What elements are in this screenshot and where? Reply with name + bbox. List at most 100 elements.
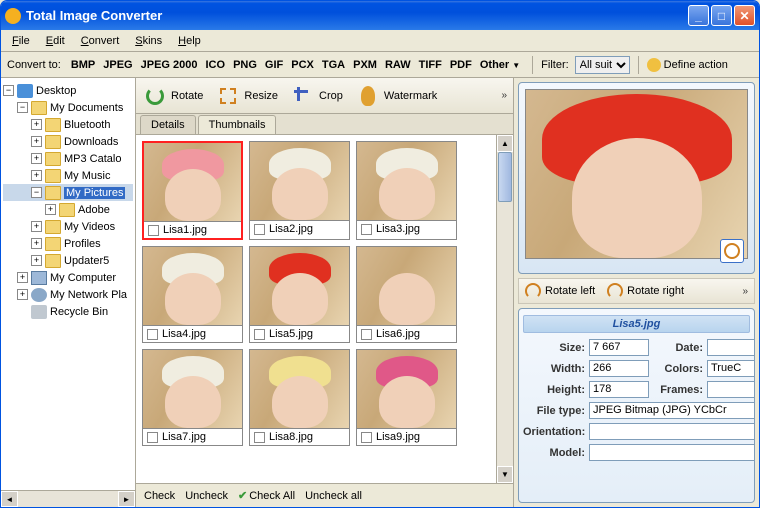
tree-item-mp3-catalo[interactable]: +MP3 Catalo — [3, 150, 133, 167]
format-pdf[interactable]: PDF — [446, 57, 476, 73]
thumb-checkbox[interactable] — [254, 224, 265, 235]
format-bmp[interactable]: BMP — [67, 57, 99, 73]
thumb-checkbox[interactable] — [254, 432, 265, 443]
expand-icon[interactable]: + — [31, 170, 42, 181]
scroll-right-icon[interactable]: ► — [118, 491, 135, 507]
thumb-checkbox[interactable] — [361, 224, 372, 235]
folder-tree[interactable]: −Desktop −My Documents +Bluetooth+Downlo… — [1, 78, 135, 324]
thumbnail[interactable]: Lisa4.jpg — [142, 246, 243, 343]
expand-icon[interactable]: + — [45, 204, 56, 215]
overflow-chevron-icon[interactable]: » — [501, 90, 507, 101]
view-tabs: Details Thumbnails — [136, 114, 513, 135]
checkmark-icon: ✔ — [238, 490, 247, 502]
tree-item-my-music[interactable]: +My Music — [3, 167, 133, 184]
folder-icon — [59, 203, 75, 217]
expand-icon[interactable]: + — [17, 272, 28, 283]
thumb-checkbox[interactable] — [254, 329, 265, 340]
overflow-chevron-icon[interactable]: » — [742, 286, 748, 297]
format-other[interactable]: Other ▼ — [476, 57, 524, 73]
expand-icon[interactable]: + — [31, 153, 42, 164]
thumb-checkbox[interactable] — [361, 329, 372, 340]
tab-details[interactable]: Details — [140, 115, 196, 134]
menu-convert[interactable]: Convert — [74, 33, 127, 49]
tree-my-computer[interactable]: +My Computer — [3, 269, 133, 286]
expand-icon[interactable]: + — [31, 136, 42, 147]
thumbnail[interactable]: Lisa6.jpg — [356, 246, 457, 343]
tree-item-bluetooth[interactable]: +Bluetooth — [3, 116, 133, 133]
thumbnail[interactable]: Lisa5.jpg — [249, 246, 350, 343]
close-button[interactable]: ✕ — [734, 5, 755, 26]
expand-icon[interactable]: + — [31, 221, 42, 232]
expand-icon[interactable]: + — [17, 289, 28, 300]
menu-help[interactable]: Help — [171, 33, 208, 49]
thumbnail[interactable]: Lisa1.jpg — [142, 141, 243, 240]
format-tiff[interactable]: TIFF — [415, 57, 446, 73]
titlebar[interactable]: Total Image Converter _ □ ✕ — [1, 1, 759, 30]
tree-hscrollbar[interactable]: ◄► — [1, 490, 135, 507]
expand-icon[interactable]: + — [31, 119, 42, 130]
network-icon — [31, 288, 47, 302]
zoom-button[interactable] — [720, 239, 744, 263]
expand-icon[interactable]: + — [31, 255, 42, 266]
define-action-button[interactable]: Define action — [647, 58, 728, 72]
uncheck-button[interactable]: Uncheck — [185, 490, 228, 502]
tree-recycle-bin[interactable]: Recycle Bin — [3, 303, 133, 320]
rotate-toolbar: Rotate left Rotate right » — [518, 278, 755, 304]
format-png[interactable]: PNG — [229, 57, 261, 73]
tree-my-network[interactable]: +My Network Pla — [3, 286, 133, 303]
minimize-button[interactable]: _ — [688, 5, 709, 26]
tree-item-adobe[interactable]: +Adobe — [3, 201, 133, 218]
scroll-grip[interactable] — [498, 152, 512, 202]
tree-my-documents[interactable]: −My Documents — [3, 99, 133, 116]
filter-select[interactable]: All suit — [575, 56, 630, 74]
thumbnail[interactable]: Lisa3.jpg — [356, 141, 457, 240]
format-raw[interactable]: RAW — [381, 57, 415, 73]
format-tga[interactable]: TGA — [318, 57, 349, 73]
rotate-left-button[interactable]: Rotate left — [525, 283, 595, 299]
tree-desktop[interactable]: −Desktop — [3, 82, 133, 99]
format-jpeg[interactable]: JPEG — [99, 57, 136, 73]
thumbnail[interactable]: Lisa2.jpg — [249, 141, 350, 240]
format-jpeg2000[interactable]: JPEG 2000 — [137, 57, 202, 73]
menu-edit[interactable]: Edit — [39, 33, 72, 49]
thumb-checkbox[interactable] — [147, 329, 158, 340]
rotate-button[interactable]: Rotate — [144, 85, 203, 107]
tree-item-profiles[interactable]: +Profiles — [3, 235, 133, 252]
expand-icon[interactable]: + — [31, 238, 42, 249]
thumbnail[interactable]: Lisa7.jpg — [142, 349, 243, 446]
tree-item-my-pictures[interactable]: −My Pictures — [3, 184, 133, 201]
collapse-icon[interactable]: − — [31, 187, 42, 198]
maximize-button[interactable]: □ — [711, 5, 732, 26]
format-gif[interactable]: GIF — [261, 57, 287, 73]
thumb-image — [143, 247, 242, 325]
scroll-left-icon[interactable]: ◄ — [1, 491, 18, 507]
tree-item-my-videos[interactable]: +My Videos — [3, 218, 133, 235]
filetype-label: File type: — [523, 405, 585, 417]
menu-skins[interactable]: Skins — [128, 33, 169, 49]
menu-file[interactable]: File — [5, 33, 37, 49]
thumb-checkbox[interactable] — [147, 432, 158, 443]
format-pcx[interactable]: PCX — [287, 57, 318, 73]
scroll-down-icon[interactable]: ▼ — [497, 466, 513, 483]
tab-thumbnails[interactable]: Thumbnails — [198, 115, 277, 134]
format-pxm[interactable]: PXM — [349, 57, 381, 73]
thumb-checkbox[interactable] — [148, 225, 159, 236]
crop-button[interactable]: Crop — [292, 85, 343, 107]
thumbnail[interactable]: Lisa8.jpg — [249, 349, 350, 446]
collapse-icon[interactable]: − — [3, 85, 14, 96]
watermark-button[interactable]: Watermark — [357, 85, 437, 107]
collapse-icon[interactable]: − — [17, 102, 28, 113]
check-button[interactable]: Check — [144, 490, 175, 502]
scroll-up-icon[interactable]: ▲ — [497, 135, 513, 152]
resize-button[interactable]: Resize — [217, 85, 278, 107]
uncheck-all-button[interactable]: Uncheck all — [305, 490, 362, 502]
thumbnail[interactable]: Lisa9.jpg — [356, 349, 457, 446]
tree-item-downloads[interactable]: +Downloads — [3, 133, 133, 150]
check-all-button[interactable]: ✔Check All — [238, 489, 295, 502]
thumbs-vscrollbar[interactable]: ▲▼ — [496, 135, 513, 483]
tree-item-updater5[interactable]: +Updater5 — [3, 252, 133, 269]
rotate-right-button[interactable]: Rotate right — [607, 283, 684, 299]
format-ico[interactable]: ICO — [202, 57, 230, 73]
folder-icon — [45, 118, 61, 132]
thumb-checkbox[interactable] — [361, 432, 372, 443]
